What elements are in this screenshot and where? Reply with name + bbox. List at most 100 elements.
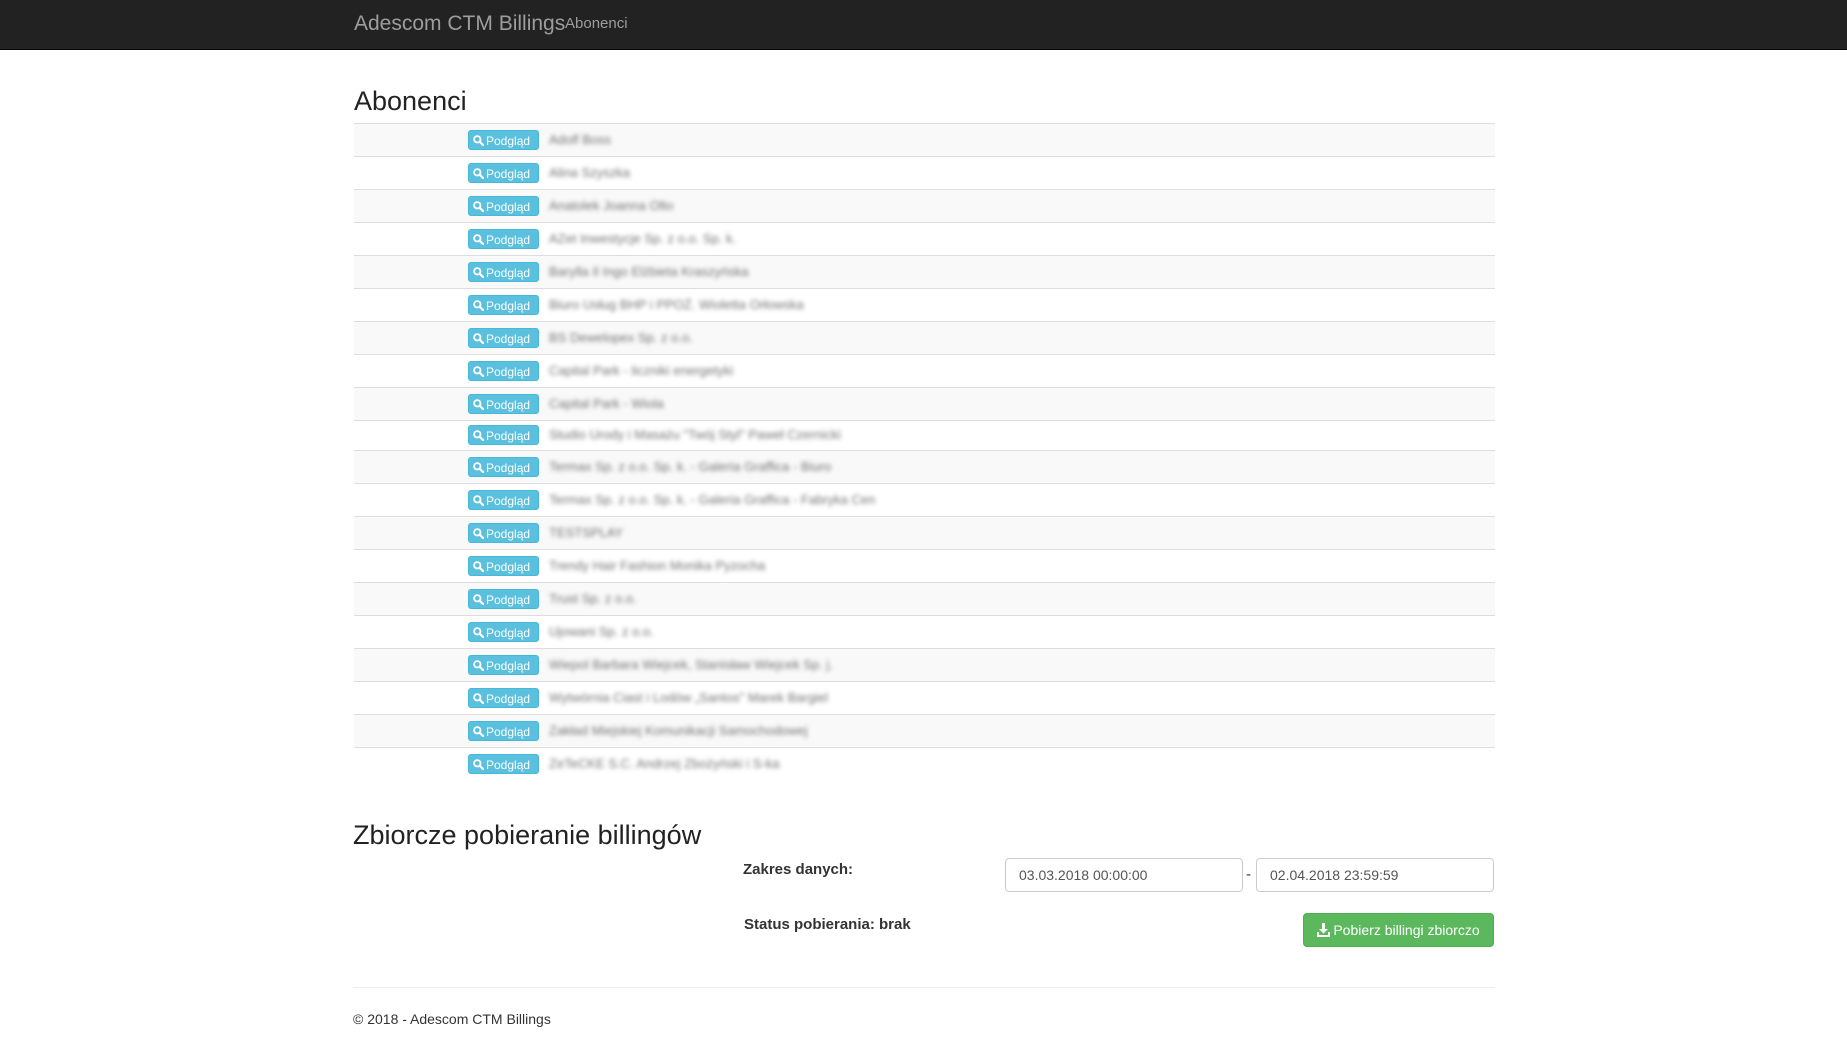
table-row: Podgląd Studio Urody i Masażu "Twój Styl"…	[354, 421, 1495, 451]
view-button[interactable]: Podgląd	[468, 589, 539, 609]
view-button-label: Podgląd	[486, 494, 531, 508]
subscriber-name: BS Dewelopex Sp. z o.o.	[549, 330, 693, 345]
footer-divider	[353, 987, 1495, 988]
subscriber-name: Zakład Miejskiej Komunikacji Samochodowe…	[549, 723, 808, 738]
abonenci-table: Podgląd Adolf Boss Podgląd Alina Szyszka Pod…	[354, 123, 1495, 780]
view-button[interactable]: Podgląd	[468, 328, 539, 348]
table-row: Podgląd ZeTeCKE S.C. Andrzej Zbożyński i …	[354, 748, 1495, 780]
view-button-label: Podgląd	[486, 626, 531, 640]
view-button[interactable]: Podgląd	[468, 754, 539, 774]
search-icon	[473, 333, 484, 344]
date-range-label: Zakres danych:	[743, 861, 854, 878]
subscriber-name: Capital Park - Wiola	[549, 396, 664, 411]
search-icon	[473, 594, 484, 605]
search-icon	[473, 660, 484, 671]
view-button-label: Podgląd	[486, 725, 531, 739]
table-row: Podgląd Anatolek Joanna Olto	[354, 190, 1495, 223]
search-icon	[473, 135, 484, 146]
search-icon	[473, 267, 484, 278]
subscriber-name: ZeTeCKE S.C. Andrzej Zbożyński i S-ka	[549, 756, 780, 771]
view-button[interactable]: Podgląd	[468, 229, 539, 249]
subscriber-name: Anatolek Joanna Olto	[549, 198, 674, 213]
search-icon	[473, 234, 484, 245]
download-billings-label: Pobierz billingi zbiorczo	[1333, 922, 1480, 938]
search-icon	[473, 430, 484, 441]
nav-link-abonenci[interactable]: Abonenci	[565, 15, 628, 32]
date-to-input[interactable]	[1256, 858, 1494, 892]
search-icon	[473, 300, 484, 311]
subscriber-name: Wiepol Barbara Wiejcek, Stanisław Wiejce…	[549, 657, 833, 672]
view-button[interactable]: Podgląd	[468, 361, 539, 381]
view-button[interactable]: Podgląd	[468, 556, 539, 576]
subscriber-name: Adolf Boss	[549, 132, 612, 147]
date-from-input[interactable]	[1005, 858, 1243, 892]
view-button-label: Podgląd	[486, 167, 531, 181]
download-billings-button[interactable]: Pobierz billingi zbiorczo	[1303, 913, 1494, 947]
view-button-label: Podgląd	[486, 332, 531, 346]
view-button[interactable]: Podgląd	[468, 295, 539, 315]
section-title-zbiorcze: Zbiorcze pobieranie billingów	[353, 820, 702, 850]
search-icon	[473, 693, 484, 704]
search-icon	[473, 399, 484, 410]
view-button-label: Podgląd	[486, 560, 531, 574]
view-button-label: Podgląd	[486, 134, 531, 148]
table-row: Podgląd Trendy Hair Fashion Monika Pyzoch…	[354, 550, 1495, 583]
view-button-label: Podgląd	[486, 398, 531, 412]
search-icon	[473, 627, 484, 638]
view-button-label: Podgląd	[486, 429, 531, 443]
download-status: Status pobierania: brak	[744, 916, 911, 933]
view-button[interactable]: Podgląd	[468, 622, 539, 642]
view-button[interactable]: Podgląd	[468, 196, 539, 216]
view-button-label: Podgląd	[486, 659, 531, 673]
search-icon	[473, 201, 484, 212]
date-separator: -	[1246, 866, 1251, 883]
view-button[interactable]: Podgląd	[468, 425, 539, 445]
footer-text: © 2018 - Adescom CTM Billings	[353, 1011, 551, 1027]
view-button[interactable]: Podgląd	[468, 655, 539, 675]
search-icon	[473, 462, 484, 473]
table-row: Podgląd Termax Sp. z o.o. Sp. k. - Galeri…	[354, 451, 1495, 484]
subscriber-name: Wytwórnia Ciast i Lodów „Santos" Marek B…	[549, 690, 829, 705]
search-icon	[473, 759, 484, 770]
view-button-label: Podgląd	[486, 461, 531, 475]
view-button[interactable]: Podgląd	[468, 130, 539, 150]
view-button[interactable]: Podgląd	[468, 394, 539, 414]
view-button-label: Podgląd	[486, 233, 531, 247]
brand-link[interactable]: Adescom CTM Billings	[354, 12, 565, 36]
view-button[interactable]: Podgląd	[468, 457, 539, 477]
search-icon	[473, 366, 484, 377]
table-row: Podgląd Alina Szyszka	[354, 157, 1495, 190]
page-title-abonenci: Abonenci	[354, 86, 467, 116]
table-row: Podgląd Capital Park - liczniki energetyk…	[354, 355, 1495, 388]
view-button-label: Podgląd	[486, 365, 531, 379]
download-icon	[1317, 923, 1331, 937]
table-row: Podgląd BS Dewelopex Sp. z o.o.	[354, 322, 1495, 355]
subscriber-name: Trendy Hair Fashion Monika Pyzocha	[549, 558, 766, 573]
view-button[interactable]: Podgląd	[468, 721, 539, 741]
table-row: Podgląd Termax Sp. z o.o. Sp. k. - Galeri…	[354, 484, 1495, 517]
view-button-label: Podgląd	[486, 299, 531, 313]
view-button-label: Podgląd	[486, 593, 531, 607]
view-button[interactable]: Podgląd	[468, 688, 539, 708]
view-button[interactable]: Podgląd	[468, 490, 539, 510]
table-row: Podgląd Biuro Usług BHP i PPOŻ. Wioletta …	[354, 289, 1495, 322]
subscriber-name: Capital Park - liczniki energetyki	[549, 363, 734, 378]
view-button[interactable]: Podgląd	[468, 262, 539, 282]
table-row: Podgląd Wiepol Barbara Wiejcek, Stanisław…	[354, 649, 1495, 682]
search-icon	[473, 561, 484, 572]
subscriber-name: Alina Szyszka	[549, 165, 630, 180]
subscriber-name: Termax Sp. z o.o. Sp. k. - Galeria Graff…	[549, 459, 832, 474]
view-button[interactable]: Podgląd	[468, 523, 539, 543]
view-button-label: Podgląd	[486, 266, 531, 280]
subscriber-name: TESTSPLAY	[549, 525, 624, 540]
table-row: Podgląd Wytwórnia Ciast i Lodów „Santos" …	[354, 682, 1495, 715]
table-row: Podgląd Barylla Il Ingo Elżbieta Kraszyńs…	[354, 256, 1495, 289]
view-button[interactable]: Podgląd	[468, 163, 539, 183]
table-row: Podgląd TESTSPLAY	[354, 517, 1495, 550]
table-row: Podgląd AZet Inwestycje Sp. z o.o. Sp. k.	[354, 223, 1495, 256]
table-row: Podgląd Zakład Miejskiej Komunikacji Samo…	[354, 715, 1495, 748]
view-button-label: Podgląd	[486, 692, 531, 706]
view-button-label: Podgląd	[486, 200, 531, 214]
subscriber-name: Biuro Usług BHP i PPOŻ. Wioletta Orłowsk…	[549, 297, 804, 312]
table-row: Podgląd Trust Sp. z o.o.	[354, 583, 1495, 616]
